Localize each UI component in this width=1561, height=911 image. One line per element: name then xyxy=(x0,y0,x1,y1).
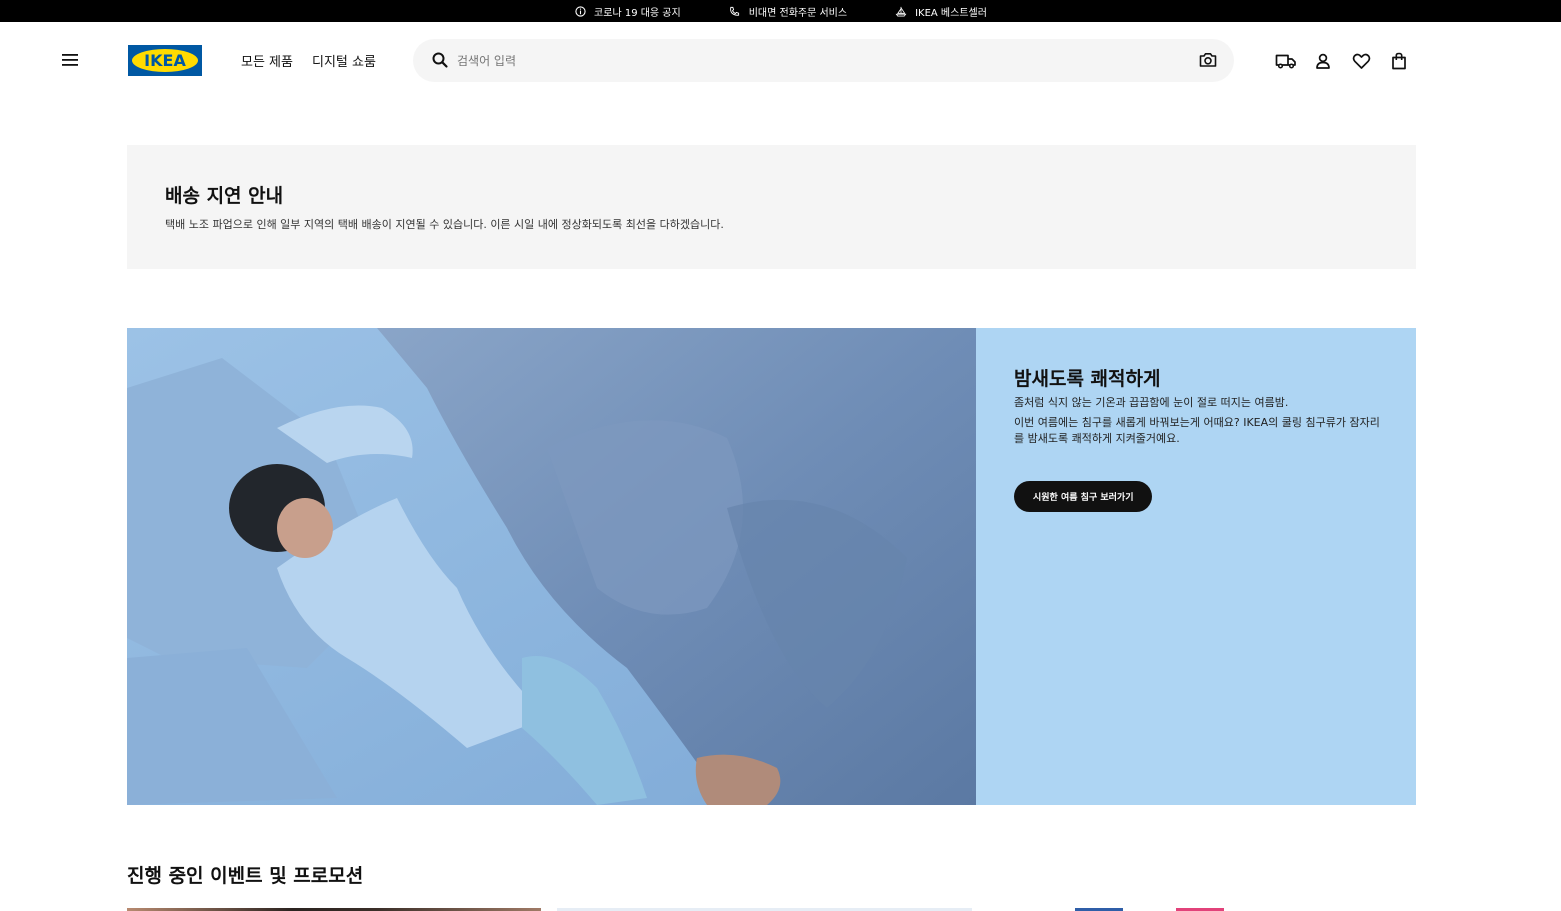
search-bar xyxy=(413,39,1234,82)
info-icon xyxy=(574,5,586,17)
summer-bedding-cta-button[interactable]: 시원한 여름 침구 보러가기 xyxy=(1014,481,1153,512)
hamburger-menu-icon[interactable] xyxy=(58,48,82,72)
hero-promo-panel: 밤새도록 쾌적하게 좀처럼 식지 않는 기온과 끕끕함에 눈이 절로 떠지는 여… xyxy=(976,328,1416,805)
search-input[interactable] xyxy=(457,39,1187,82)
shopping-bag-icon[interactable] xyxy=(1388,50,1410,72)
search-icon[interactable] xyxy=(431,51,451,71)
camera-search-icon[interactable] xyxy=(1198,50,1218,70)
logo-text: IKEA xyxy=(132,49,198,72)
covid-notice-link[interactable]: 코로나 19 대응 공지 xyxy=(574,4,681,19)
hero-description: 이번 여름에는 침구를 새롭게 바꿔보는게 어때요? IKEA의 쿨링 침구류가… xyxy=(1014,416,1380,445)
events-section-title: 진행 중인 이벤트 및 프로모션 xyxy=(127,865,364,887)
bestseller-label: IKEA 베스트셀러 xyxy=(915,7,987,19)
phone-icon xyxy=(729,5,741,17)
site-header: IKEA 모든 제품 디지털 쇼룸 xyxy=(0,22,1561,100)
delivery-delay-notice: 배송 지연 안내 택배 노조 파업으로 인해 일부 지역의 택배 배송이 지연될… xyxy=(127,145,1416,269)
user-icon[interactable] xyxy=(1312,50,1334,72)
nav-digital-showroom[interactable]: 디지털 쇼룸 xyxy=(312,51,376,70)
hero-subtitle: 좀처럼 식지 않는 기온과 끕끕함에 눈이 절로 떠지는 여름밤. xyxy=(1014,396,1289,409)
hero-title: 밤새도록 쾌적하게 xyxy=(1014,368,1161,390)
notice-text: 택배 노조 파업으로 인해 일부 지역의 택배 배송이 지연될 수 있습니다. … xyxy=(165,218,724,231)
bestseller-link[interactable]: IKEA 베스트셀러 xyxy=(895,4,987,19)
phone-order-link[interactable]: 비대면 전화주문 서비스 xyxy=(729,4,847,19)
ikea-logo[interactable]: IKEA xyxy=(128,45,202,76)
notice-title: 배송 지연 안내 xyxy=(165,185,284,207)
boat-icon xyxy=(895,5,907,17)
top-announcement-bar: 코로나 19 대응 공지 비대면 전화주문 서비스 IKEA 베스트셀러 xyxy=(0,0,1561,22)
covid-notice-label: 코로나 19 대응 공지 xyxy=(594,7,681,19)
nav-all-products[interactable]: 모든 제품 xyxy=(241,51,293,70)
phone-order-label: 비대면 전화주문 서비스 xyxy=(748,7,848,19)
hero-image-sleeping-man[interactable] xyxy=(127,328,976,805)
delivery-truck-icon[interactable] xyxy=(1275,50,1297,72)
heart-icon[interactable] xyxy=(1350,50,1372,72)
